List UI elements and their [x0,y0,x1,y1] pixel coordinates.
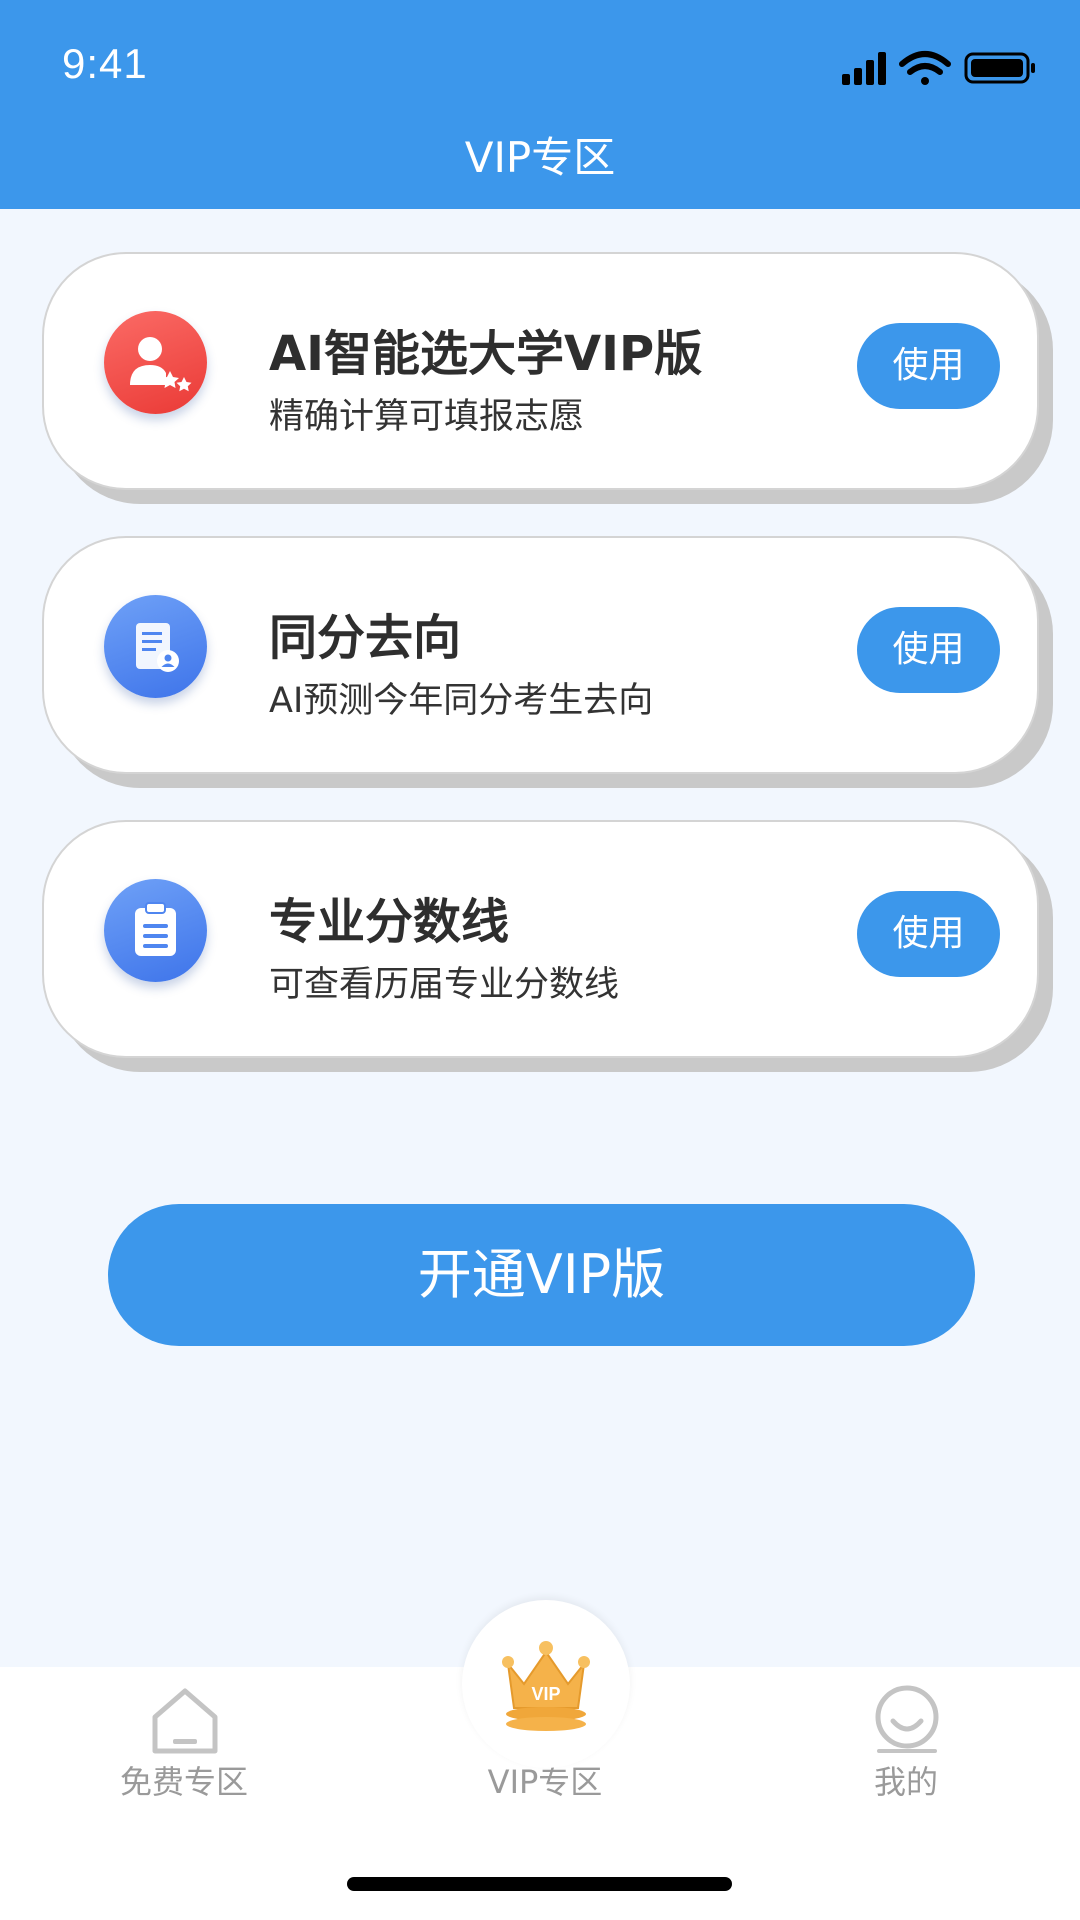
open-vip-button[interactable]: 开通VIP版 [108,1204,975,1346]
tab-label: 我的 [873,1763,938,1801]
document-user-icon [104,595,207,698]
card-subtitle: AI预测今年同分考生去向 [269,681,654,721]
battery-icon [964,52,1035,84]
wifi-icon [899,51,951,85]
card-title: AI智能选大学VIP版 [269,326,703,382]
home-indicator [347,1877,732,1891]
vip-tab-bubble[interactable]: VIP [462,1600,630,1768]
card-subtitle: 精确计算可填报志愿 [269,397,585,437]
tab-free-zone[interactable]: 免费专区 [34,1667,334,1827]
use-button-same-score[interactable]: 使用 [857,607,1000,693]
user-stars-icon [104,311,207,414]
tab-label: 免费专区 [119,1763,248,1801]
card-title: 同分去向 [269,610,462,666]
signal-icon [842,52,886,85]
feature-card-same-score: 同分去向 AI预测今年同分考生去向 使用 [42,536,1039,774]
status-time: 9:41 [62,40,148,87]
app-header: 9:41 VIP专区 [0,0,1080,209]
home-icon [149,1685,221,1759]
page-title: VIP专区 [464,133,616,182]
svg-text:VIP: VIP [531,1684,560,1704]
feature-card-ai-university: AI智能选大学VIP版 精确计算可填报志愿 使用 [42,252,1039,490]
feature-card-major-score: 专业分数线 可查看历届专业分数线 使用 [42,820,1039,1058]
tab-mine[interactable]: 我的 [756,1667,1056,1827]
clipboard-icon [104,879,207,982]
use-button-major-score[interactable]: 使用 [857,891,1000,977]
card-title: 专业分数线 [269,894,510,950]
card-subtitle: 可查看历届专业分数线 [269,965,620,1005]
crown-icon: VIP [502,1641,590,1731]
status-icons [838,48,1038,88]
use-button-ai-university[interactable]: 使用 [857,323,1000,409]
smile-face-icon [871,1685,943,1759]
